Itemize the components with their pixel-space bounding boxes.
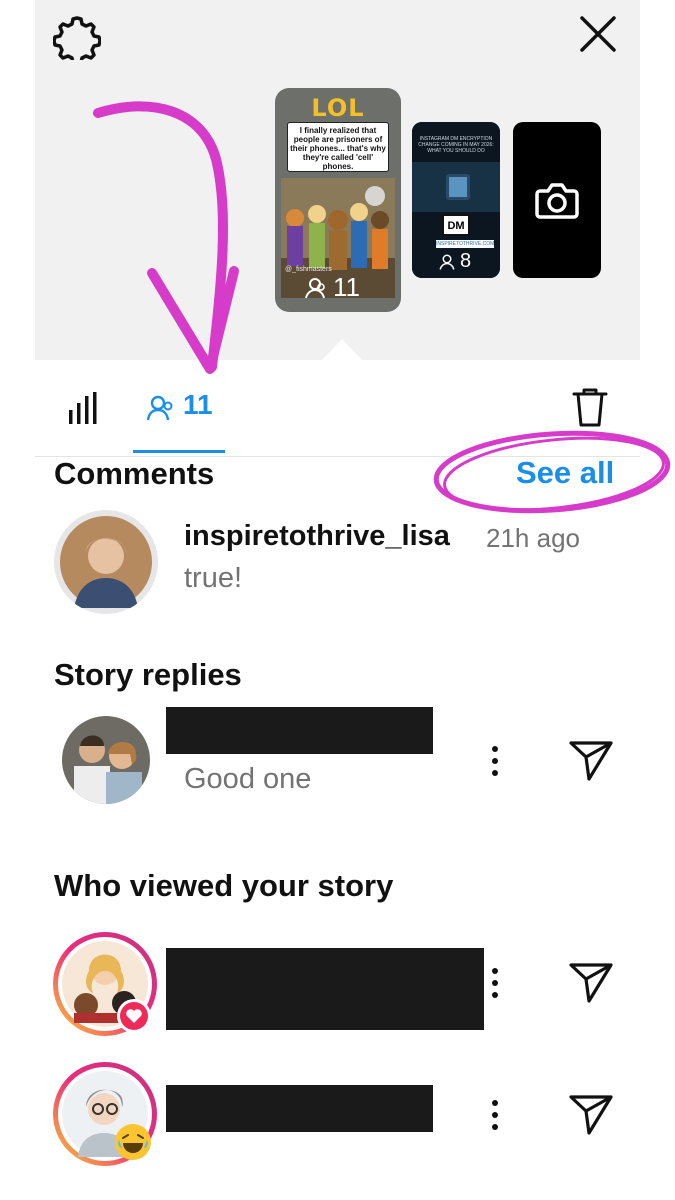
comment-time: 21h ago (486, 523, 580, 553)
avatar[interactable] (54, 510, 158, 614)
story-replies-title: Story replies (54, 657, 242, 692)
story-viewer-number: 8 (460, 250, 472, 272)
more-options-icon[interactable] (490, 1100, 500, 1134)
heart-reaction-icon (117, 999, 151, 1033)
add-story-button[interactable] (513, 122, 601, 278)
story-caption: INSTAGRAM DM ENCRYPTION CHANGE COMING IN… (418, 136, 494, 154)
active-tab-indicator (133, 450, 225, 453)
viewers-icon (439, 254, 455, 270)
send-icon[interactable] (568, 1094, 614, 1136)
avatar-photo (60, 516, 152, 608)
camera-icon (535, 183, 579, 219)
redacted-username (166, 948, 484, 1030)
story-viewer-number: 11 (333, 272, 360, 302)
annotation-circle (433, 430, 671, 514)
tab-viewers-count[interactable]: 11 (183, 389, 213, 421)
bar-chart-icon[interactable] (67, 390, 103, 426)
dm-badge: DM (442, 214, 470, 236)
story-viewer-count: 11 (303, 272, 360, 303)
comments-title: Comments (54, 456, 215, 491)
more-options-icon[interactable] (490, 968, 500, 1002)
story-link: INSPIRETOTHRIVE.COM (436, 240, 495, 248)
reply-text: Good one (184, 763, 312, 795)
comment-username[interactable]: inspiretothrive_lisa (184, 520, 450, 553)
redacted-username (166, 707, 433, 754)
laughing-emoji-icon (115, 1124, 151, 1160)
send-icon[interactable] (568, 962, 614, 1004)
redacted-username (166, 1085, 433, 1132)
avatar-photo (62, 716, 150, 804)
viewers-icon (305, 277, 325, 298)
viewers-title: Who viewed your story (54, 868, 394, 903)
story-caption: I finally realized that people are priso… (287, 122, 389, 172)
viewers-icon[interactable] (147, 394, 175, 422)
story-thumbnail[interactable]: INSTAGRAM DM ENCRYPTION CHANGE COMING IN… (412, 122, 500, 278)
story-banner: LOL (311, 94, 365, 122)
selected-pointer (322, 339, 362, 360)
story-thumbnail-selected[interactable]: LOL I finally realized that people are p… (275, 88, 401, 312)
annotation-arrow (93, 101, 239, 374)
avatar[interactable] (62, 716, 150, 804)
more-options-icon[interactable] (490, 746, 500, 780)
gear-icon[interactable] (53, 12, 101, 60)
comment-text: true! (184, 562, 243, 594)
close-icon[interactable] (578, 14, 618, 54)
send-icon[interactable] (568, 740, 614, 782)
story-viewer-count: 8 (438, 250, 471, 273)
